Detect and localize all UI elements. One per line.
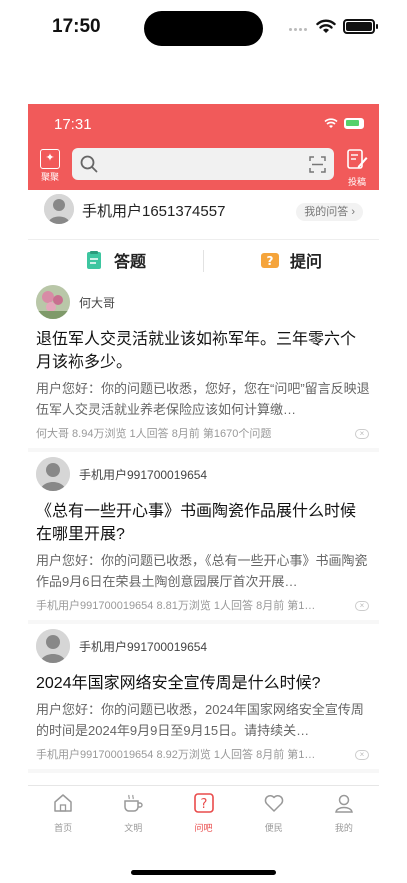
svg-text:?: ? xyxy=(200,797,207,812)
os-status-bar: 17:50 xyxy=(0,0,407,60)
close-icon[interactable]: × xyxy=(355,429,369,439)
tab-convenience-label: 便民 xyxy=(264,823,283,833)
qa-tabs: 答题 ? 提问 xyxy=(28,240,379,280)
search-bar[interactable] xyxy=(72,148,334,180)
question-answer-preview: 用户您好：你的问题已收悉，您好，您在“问吧”留言反映退伍军人交灵活就业养老保险应… xyxy=(36,381,370,417)
default-avatar-icon xyxy=(44,194,74,224)
meta-text: 何大哥 8.94万浏览 1人回答 8月前 第1670个问题 xyxy=(36,428,272,440)
phone-screen: 17:50 17:31 ✦ 聚聚 投稿 手机用户1651374557 我的问答 … xyxy=(0,0,407,883)
bottom-tab-bar: 首页 文明 ? 问吧 便民 我的 xyxy=(28,785,379,833)
juju-label: 聚聚 xyxy=(40,172,59,182)
card-header: 手机用户991700019654 xyxy=(36,452,371,496)
user-name: 手机用户1651374557 xyxy=(82,203,226,220)
question-card[interactable]: 手机用户991700019654 《总有一些开心事》书画陶瓷作品展什么时候在哪里… xyxy=(28,452,379,624)
battery-icon xyxy=(343,19,378,34)
tab-ask[interactable]: ? 提问 xyxy=(260,248,322,272)
app-header: 17:31 ✦ 聚聚 投稿 xyxy=(28,104,379,190)
question-title: 《总有一些开心事》书画陶瓷作品展什么时候在哪里开展? xyxy=(36,503,357,543)
tab-mine[interactable]: 我的 xyxy=(309,786,379,833)
edit-icon xyxy=(347,149,368,169)
question-title: 退伍军人交灵活就业该如袮军年。三年零六个月该袮多少。 xyxy=(36,331,357,371)
inner-status-time: 17:31 xyxy=(54,116,92,133)
tab-home-label: 首页 xyxy=(54,823,73,833)
tab-civilization-label: 文明 xyxy=(124,823,143,833)
close-icon[interactable]: × xyxy=(355,750,369,760)
dynamic-island xyxy=(144,11,263,46)
home-indicator[interactable] xyxy=(131,870,276,875)
os-time: 17:50 xyxy=(52,16,101,37)
tab-ask-label: 提问 xyxy=(290,254,323,271)
tab-mine-label: 我的 xyxy=(334,823,353,833)
answer-icon xyxy=(87,251,101,269)
my-answers-button[interactable]: 我的问答 › xyxy=(296,203,363,221)
post-label: 投稿 xyxy=(347,177,366,187)
avatar[interactable] xyxy=(44,194,74,224)
inner-status-icons xyxy=(324,117,374,131)
question-title: 2024年国家网络安全宣传周是什么时候? xyxy=(36,675,321,692)
tab-answer[interactable]: 答题 xyxy=(84,248,146,272)
meta-text: 手机用户991700019654 8.92万浏览 1人回答 8月前 第1… xyxy=(36,749,316,761)
author-avatar[interactable] xyxy=(36,285,70,319)
meta-text: 手机用户991700019654 8.81万浏览 1人回答 8月前 第1… xyxy=(36,600,316,612)
user-info-row: 手机用户1651374557 我的问答 › xyxy=(28,190,379,240)
tab-convenience[interactable]: 便民 xyxy=(239,786,309,833)
question-meta: 手机用户991700019654 8.92万浏览 1人回答 8月前 第1… × xyxy=(36,741,371,769)
card-header: 何大哥 xyxy=(36,280,371,324)
tab-home[interactable]: 首页 xyxy=(28,786,98,833)
tab-answer-label: 答题 xyxy=(114,254,147,271)
author-name: 何大哥 xyxy=(79,296,116,310)
author-name: 手机用户991700019654 xyxy=(79,640,208,654)
signal-dots-icon xyxy=(289,28,311,32)
scan-icon[interactable] xyxy=(309,156,326,173)
tab-wenba-label: 问吧 xyxy=(194,823,213,833)
post-button[interactable]: 投稿 xyxy=(343,148,371,188)
question-feed: 何大哥 退伍军人交灵活就业该如袮军年。三年零六个月该袮多少。 用户您好：你的问题… xyxy=(28,280,379,785)
author-avatar[interactable] xyxy=(36,457,70,491)
author-avatar[interactable] xyxy=(36,629,70,663)
inner-battery-icon xyxy=(344,118,364,129)
default-avatar-icon xyxy=(36,629,70,663)
tab-wenba[interactable]: ? 问吧 xyxy=(168,786,238,833)
juju-icon: ✦ xyxy=(40,149,60,169)
home-icon xyxy=(54,794,72,812)
question-card[interactable]: 手机用户991700019654 2024年国家网络安全宣传周是什么时候? 用户… xyxy=(28,624,379,773)
question-icon: ? xyxy=(193,793,214,813)
question-meta: 何大哥 8.94万浏览 1人回答 8月前 第1670个问题 × xyxy=(36,420,371,448)
inner-wifi-icon xyxy=(324,118,338,128)
card-header: 手机用户991700019654 xyxy=(36,624,371,668)
author-name: 手机用户991700019654 xyxy=(79,468,208,482)
wifi-icon xyxy=(316,19,336,33)
heart-icon xyxy=(264,795,283,812)
ask-icon: ? xyxy=(261,253,279,268)
cup-icon xyxy=(124,794,143,812)
question-meta: 手机用户991700019654 8.81万浏览 1人回答 8月前 第1… × xyxy=(36,592,371,620)
flower-avatar-icon xyxy=(36,285,70,319)
search-icon xyxy=(80,155,98,173)
question-answer-preview: 用户您好：你的问题已收悉，《总有一些开心事》书画陶瓷作品9月6日在荣县土陶创意园… xyxy=(36,553,368,589)
question-answer-preview: 用户您好：你的问题已收悉，2024年国家网络安全宣传周的时间是2024年9月9日… xyxy=(36,702,364,738)
default-avatar-icon xyxy=(36,457,70,491)
tab-divider xyxy=(203,250,204,272)
user-icon xyxy=(335,794,353,813)
close-icon[interactable]: × xyxy=(355,601,369,611)
question-card[interactable]: 何大哥 退伍军人交灵活就业该如袮军年。三年零六个月该袮多少。 用户您好：你的问题… xyxy=(28,280,379,452)
svg-text:?: ? xyxy=(267,254,274,268)
tab-civilization[interactable]: 文明 xyxy=(98,786,168,833)
juju-button[interactable]: ✦ 聚聚 xyxy=(38,149,62,183)
